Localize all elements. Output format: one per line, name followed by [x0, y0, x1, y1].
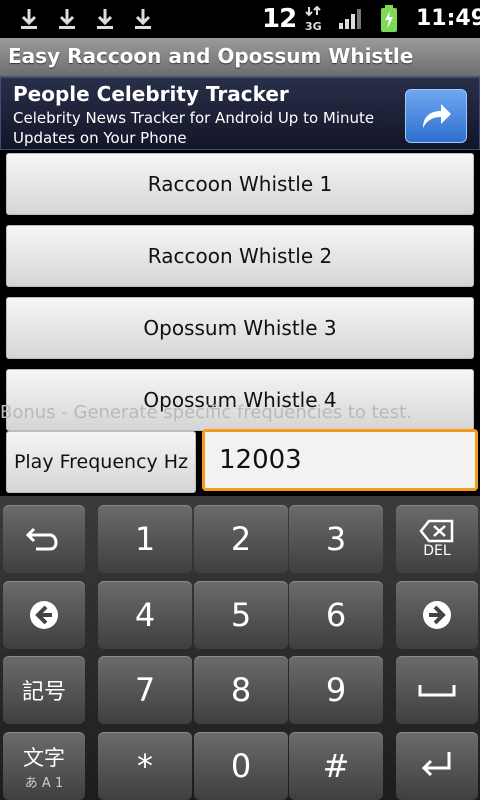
ad-title: People Celebrity Tracker [13, 82, 289, 106]
key-7[interactable]: 7 [98, 656, 192, 724]
key-6[interactable]: 6 [289, 581, 383, 649]
input-mode-key[interactable]: 文字 あ A 1 [3, 732, 85, 800]
download-icon [59, 9, 75, 29]
arrow-left-circle-icon [30, 601, 58, 629]
key-5[interactable]: 5 [194, 581, 288, 649]
enter-key[interactable] [396, 732, 478, 800]
download-icon [135, 9, 151, 29]
bonus-label: Bonus - Generate specific frequencies to… [0, 402, 412, 423]
share-arrow-icon [423, 104, 451, 128]
ad-text: Celebrity News Tracker for Android Up to… [13, 109, 375, 147]
undo-arrow-icon [26, 527, 58, 551]
enter-icon [421, 752, 451, 777]
title-bar: Easy Raccoon and Opossum Whistle [0, 38, 480, 77]
key-4[interactable]: 4 [98, 581, 192, 649]
key-9[interactable]: 9 [289, 656, 383, 724]
download-icon [97, 9, 113, 29]
key-hash[interactable]: # [289, 732, 383, 800]
raccoon-whistle-1-button[interactable]: Raccoon Whistle 1 [6, 153, 474, 215]
download-icon [21, 9, 37, 29]
ad-banner[interactable]: People Celebrity Tracker Celebrity News … [0, 77, 480, 150]
network-3g-icon: 3G [305, 6, 322, 32]
status-bar: 12 3G 11:49 [0, 0, 480, 38]
key-0[interactable]: 0 [194, 732, 288, 800]
key-1[interactable]: 1 [98, 505, 192, 573]
app-content: Raccoon Whistle 1 Raccoon Whistle 2 Opos… [0, 150, 480, 495]
frequency-input[interactable]: 12003 [202, 429, 478, 491]
cursor-left-key[interactable] [3, 581, 85, 649]
del-label: DEL [423, 543, 451, 559]
opossum-whistle-3-button[interactable]: Opossum Whistle 3 [6, 297, 474, 359]
battery-charging-icon [381, 5, 397, 32]
undo-key[interactable] [3, 505, 85, 573]
cursor-right-key[interactable] [396, 581, 478, 649]
backspace-icon [419, 519, 454, 543]
key-star[interactable]: * [98, 732, 192, 800]
play-frequency-button[interactable]: Play Frequency Hz [6, 431, 196, 493]
key-3[interactable]: 3 [289, 505, 383, 573]
mode-sub-label: あ A 1 [24, 775, 64, 791]
key-2[interactable]: 2 [194, 505, 288, 573]
network-label: 3G [305, 20, 322, 32]
ad-open-button[interactable] [405, 89, 467, 143]
app-title: Easy Raccoon and Opossum Whistle [8, 44, 414, 68]
raccoon-whistle-2-button[interactable]: Raccoon Whistle 2 [6, 225, 474, 287]
space-icon [418, 685, 456, 697]
mode-label: 文字 [23, 745, 65, 770]
symbols-key[interactable]: 記号 [3, 656, 85, 724]
signal-icon [339, 9, 361, 29]
space-key[interactable] [396, 656, 478, 724]
notification-count: 12 [262, 4, 297, 34]
key-8[interactable]: 8 [194, 656, 288, 724]
delete-key[interactable]: DEL [396, 505, 478, 573]
clock: 11:49 [416, 6, 480, 31]
arrow-right-circle-icon [423, 601, 451, 629]
numeric-keyboard: 1 2 3 DEL 4 5 6 記号 7 8 9 文字 あ A 1 * 0 # [0, 496, 480, 800]
